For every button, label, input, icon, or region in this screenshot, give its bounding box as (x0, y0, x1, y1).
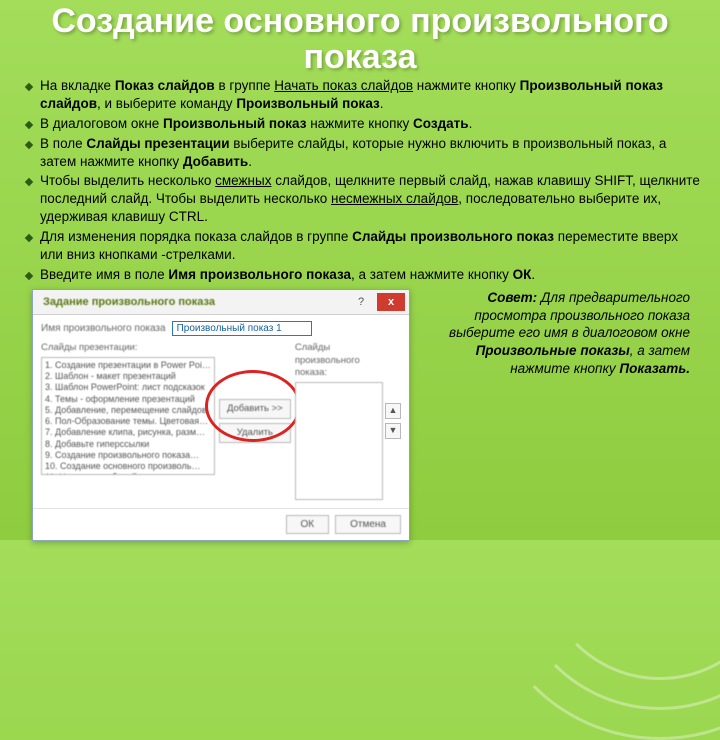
list-item[interactable]: 11. Номер: выгибатый к диаграмме (45, 472, 211, 475)
page-title: Создание основного произвольного показа (0, 0, 720, 77)
instruction-item: Введите имя в поле Имя произвольного пок… (26, 266, 702, 284)
dialog-custom-show: Задание произвольного показа ? x Имя про… (32, 289, 410, 541)
title-line2: показа (16, 40, 704, 76)
list-item[interactable]: 10. Создание основного произволь… (45, 461, 211, 472)
list-item[interactable]: 5. Добавление, перемещение слайдов (45, 405, 211, 416)
instruction-item: На вкладке Показ слайдов в группе Начать… (26, 77, 702, 113)
left-listbox[interactable]: 1. Создание презентации в Power Poi…2. Ш… (41, 357, 215, 475)
dialog-titlebar: Задание произвольного показа ? x (33, 290, 409, 315)
name-label: Имя произвольного показа (41, 322, 166, 335)
list-item[interactable]: 8. Добавьте гиперссылки (45, 439, 211, 450)
help-icon[interactable]: ? (347, 293, 375, 311)
right-listbox[interactable] (295, 382, 383, 500)
list-item[interactable]: 7. Добавление клипа, рисунка, разм… (45, 427, 211, 438)
dialog-title: Задание произвольного показа (43, 295, 215, 310)
remove-button[interactable]: Удалить (219, 423, 291, 443)
right-list-caption: Слайды произвольного показа: (295, 342, 383, 380)
add-button[interactable]: Добавить >> (219, 399, 291, 419)
list-item[interactable]: 9. Создание произвольного показа… (45, 450, 211, 461)
list-item[interactable]: 6. Пол-Образование темы. Цветовая… (45, 416, 211, 427)
cancel-button[interactable]: Отмена (335, 515, 401, 534)
move-up-button[interactable]: ▲ (385, 403, 401, 419)
list-item[interactable]: 2. Шаблон - макет презентаций (45, 371, 211, 382)
left-list-caption: Слайды презентации: (41, 342, 215, 355)
instruction-item: В диалоговом окне Произвольный показ наж… (26, 115, 702, 133)
title-line1: Создание основного произвольного (51, 2, 668, 40)
instruction-item: В поле Слайды презентации выберите слайд… (26, 135, 702, 171)
instruction-item: Для изменения порядка показа слайдов в г… (26, 228, 702, 264)
close-icon[interactable]: x (377, 293, 405, 311)
ok-button[interactable]: ОК (286, 515, 330, 534)
list-item[interactable]: 3. Шаблон PowerPoint: лист подсказок (45, 382, 211, 393)
tip-text: Совет: Для предварительного просмотра пр… (418, 289, 690, 377)
move-down-button[interactable]: ▼ (385, 423, 401, 439)
name-input[interactable] (172, 321, 312, 336)
list-item[interactable]: 1. Создание презентации в Power Poi… (45, 360, 211, 371)
list-item[interactable]: 4. Темы - оформление презентаций (45, 394, 211, 405)
instruction-item: Чтобы выделить несколько смежных слайдов… (26, 172, 702, 225)
instruction-list: На вкладке Показ слайдов в группе Начать… (26, 77, 702, 283)
